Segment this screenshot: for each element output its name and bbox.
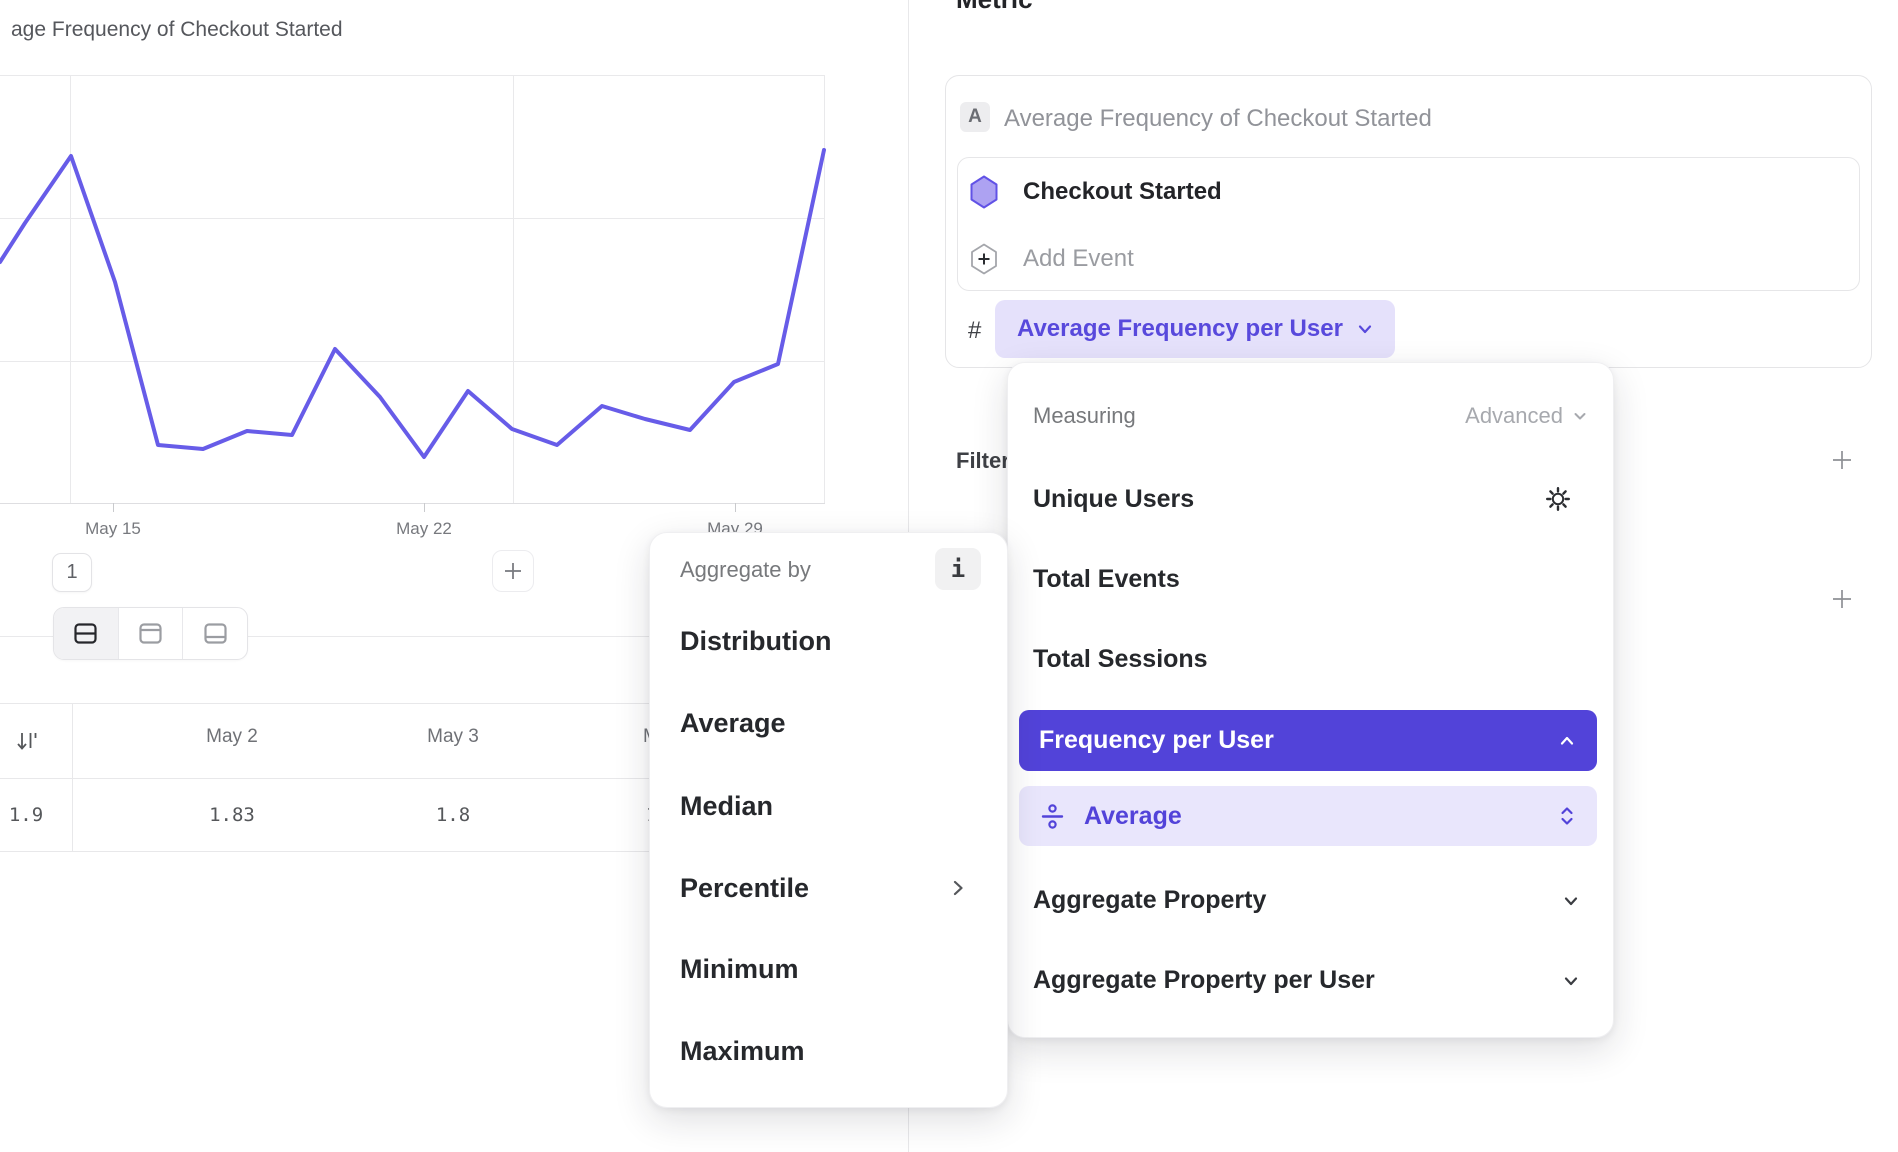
chevron-down-icon [1355, 319, 1375, 339]
gear-icon[interactable] [1544, 485, 1572, 518]
menu-item-total-events[interactable]: Total Events [1033, 565, 1180, 594]
chevron-down-icon [1560, 970, 1582, 997]
info-glyph: i [951, 555, 965, 583]
chart-title: age Frequency of Checkout Started [11, 18, 343, 42]
layout-top-bar-button[interactable] [119, 608, 184, 659]
menu-item-unique-users[interactable]: Unique Users [1033, 485, 1194, 514]
table-header-may-2[interactable]: May 2 [172, 726, 292, 748]
add-annotation-button[interactable] [492, 550, 534, 592]
menu-item-frequency-per-user[interactable]: Frequency per User [1019, 710, 1597, 771]
x-tick-may-15: May 15 [68, 519, 158, 539]
series-checkout-started [0, 150, 824, 457]
table-cell-may-2: 1.83 [172, 804, 292, 826]
table-cell-col0: 1.9 [0, 804, 86, 826]
measure-dropdown[interactable]: Average Frequency per User [995, 300, 1395, 358]
selected-item-label: Frequency per User [1039, 726, 1274, 755]
frequency-aggregation-selector[interactable]: Average [1019, 786, 1597, 846]
menu-item-maximum[interactable]: Maximum [680, 1036, 805, 1067]
menu-item-percentile[interactable]: Percentile [680, 873, 809, 904]
menu-item-total-sessions[interactable]: Total Sessions [1033, 645, 1208, 674]
chevron-right-icon [946, 876, 970, 905]
chevron-up-icon [1557, 731, 1577, 751]
event-name[interactable]: Checkout Started [1023, 178, 1222, 206]
metric-label-badge: A [960, 102, 990, 132]
menu-item-distribution[interactable]: Distribution [680, 626, 831, 657]
x-tick-may-22: May 22 [379, 519, 469, 539]
granularity-button[interactable]: 1 [52, 553, 92, 592]
add-event-icon [970, 243, 998, 280]
table-cell-may-3: 1.8 [393, 804, 513, 826]
add-event-button[interactable]: Add Event [1023, 245, 1134, 273]
metric-section-heading: Metric [956, 0, 1033, 15]
table-column-divider [72, 703, 73, 851]
info-icon[interactable]: i [935, 548, 981, 590]
add-filter-button[interactable] [1828, 446, 1856, 474]
frequency-aggregation-label: Average [1084, 802, 1182, 831]
table-sort-button[interactable] [14, 728, 40, 759]
chevron-down-icon [1571, 407, 1589, 425]
menu-item-median[interactable]: Median [680, 791, 773, 822]
aggregate-by-menu: Aggregate by i Distribution Average Medi… [649, 532, 1008, 1108]
layout-top-bar-icon [137, 620, 164, 647]
sort-icon [14, 728, 40, 754]
event-hexagon-icon [969, 175, 999, 214]
granularity-value: 1 [66, 561, 77, 584]
measure-hash-prefix: # [968, 317, 981, 345]
measuring-menu-header: Measuring [1033, 403, 1136, 429]
add-item-button[interactable] [1828, 585, 1856, 613]
plus-icon [1830, 448, 1854, 472]
measuring-menu: Measuring Advanced Unique Users Total Ev… [1007, 362, 1614, 1038]
measuring-mode-label: Advanced [1465, 403, 1563, 429]
table-header-may-3[interactable]: May 3 [393, 726, 513, 748]
panel-layout-toggle [53, 607, 248, 660]
line-chart[interactable] [0, 75, 826, 515]
layout-bottom-bar-icon [202, 620, 229, 647]
divide-icon [1039, 803, 1066, 830]
layout-split-rows-icon [72, 620, 99, 647]
menu-item-aggregate-property-per-user[interactable]: Aggregate Property per User [1033, 966, 1375, 995]
metric-title[interactable]: Average Frequency of Checkout Started [1004, 105, 1432, 133]
menu-item-minimum[interactable]: Minimum [680, 954, 799, 985]
chevron-down-icon [1560, 890, 1582, 917]
plus-icon [1830, 587, 1854, 611]
aggregate-menu-header: Aggregate by [680, 557, 811, 583]
plus-icon [502, 560, 524, 582]
app-window: age Frequency of Checkout Started May 15… [0, 0, 1898, 1152]
up-down-chevrons-icon [1557, 804, 1577, 828]
menu-item-average[interactable]: Average [680, 708, 786, 739]
measure-dropdown-label: Average Frequency per User [1017, 315, 1343, 343]
layout-split-rows-button[interactable] [54, 608, 119, 659]
layout-bottom-bar-button[interactable] [183, 608, 247, 659]
menu-item-aggregate-property[interactable]: Aggregate Property [1033, 886, 1266, 915]
measuring-mode-dropdown[interactable]: Advanced [1465, 403, 1589, 429]
